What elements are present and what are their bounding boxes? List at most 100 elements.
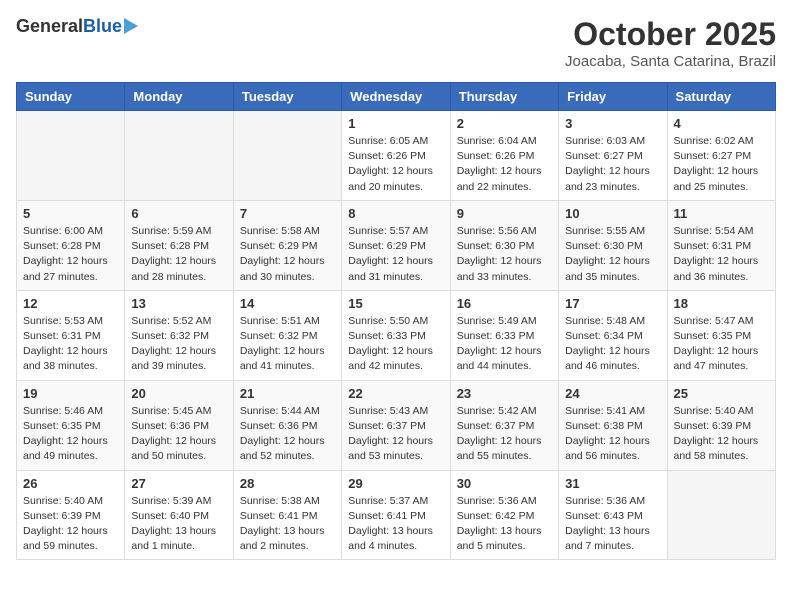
calendar-cell: 1Sunrise: 6:05 AM Sunset: 6:26 PM Daylig…	[342, 111, 450, 201]
day-info: Sunrise: 5:46 AM Sunset: 6:35 PM Dayligh…	[23, 404, 118, 465]
day-info: Sunrise: 5:36 AM Sunset: 6:43 PM Dayligh…	[565, 494, 660, 555]
day-info: Sunrise: 5:52 AM Sunset: 6:32 PM Dayligh…	[131, 314, 226, 375]
calendar-cell: 14 Sunrise: 5:51 AM Sunset: 6:32 PM Dayli…	[233, 290, 341, 380]
calendar-cell: 22Sunrise: 5:43 AM Sunset: 6:37 PM Dayli…	[342, 380, 450, 470]
day-number: 18	[674, 296, 769, 311]
day-number: 4	[674, 116, 769, 131]
weekday-header-saturday: Saturday	[667, 83, 775, 111]
location-text: Joacaba, Santa Catarina, Brazil	[565, 53, 776, 70]
day-info: Sunrise: 5:40 AM Sunset: 6:39 PM Dayligh…	[23, 494, 118, 555]
day-number: 25	[674, 386, 769, 401]
logo-arrow-icon	[124, 18, 138, 34]
calendar-cell: 6 Sunrise: 5:59 AM Sunset: 6:28 PM Daylig…	[125, 200, 233, 290]
calendar-cell: 26Sunrise: 5:40 AM Sunset: 6:39 PM Dayli…	[17, 470, 125, 560]
day-info: Sunrise: 5:53 AM Sunset: 6:31 PM Dayligh…	[23, 314, 118, 375]
day-info: Sunrise: 6:03 AM Sunset: 6:27 PM Dayligh…	[565, 134, 660, 195]
calendar-week-row: 26Sunrise: 5:40 AM Sunset: 6:39 PM Dayli…	[17, 470, 776, 560]
weekday-header-tuesday: Tuesday	[233, 83, 341, 111]
calendar-week-row: 19 Sunrise: 5:46 AM Sunset: 6:35 PM Dayli…	[17, 380, 776, 470]
weekday-header-wednesday: Wednesday	[342, 83, 450, 111]
calendar-cell: 17Sunrise: 5:48 AM Sunset: 6:34 PM Dayli…	[559, 290, 667, 380]
day-info: Sunrise: 5:42 AM Sunset: 6:37 PM Dayligh…	[457, 404, 552, 465]
calendar-cell: 23 Sunrise: 5:42 AM Sunset: 6:37 PM Dayli…	[450, 380, 558, 470]
calendar-cell: 21Sunrise: 5:44 AM Sunset: 6:36 PM Dayli…	[233, 380, 341, 470]
calendar-cell: 9 Sunrise: 5:56 AM Sunset: 6:30 PM Daylig…	[450, 200, 558, 290]
day-info: Sunrise: 5:41 AM Sunset: 6:38 PM Dayligh…	[565, 404, 660, 465]
day-number: 27	[131, 476, 226, 491]
day-number: 9	[457, 206, 552, 221]
calendar-cell: 13Sunrise: 5:52 AM Sunset: 6:32 PM Dayli…	[125, 290, 233, 380]
day-number: 3	[565, 116, 660, 131]
weekday-header-sunday: Sunday	[17, 83, 125, 111]
calendar-cell: 20Sunrise: 5:45 AM Sunset: 6:36 PM Dayli…	[125, 380, 233, 470]
day-info: Sunrise: 5:47 AM Sunset: 6:35 PM Dayligh…	[674, 314, 769, 375]
day-number: 28	[240, 476, 335, 491]
day-info: Sunrise: 5:49 AM Sunset: 6:33 PM Dayligh…	[457, 314, 552, 375]
day-number: 5	[23, 206, 118, 221]
day-number: 22	[348, 386, 443, 401]
calendar-cell: 19 Sunrise: 5:46 AM Sunset: 6:35 PM Dayli…	[17, 380, 125, 470]
page-header: General Blue October 2025 Joacaba, Santa…	[16, 16, 776, 70]
calendar-cell: 28 Sunrise: 5:38 AM Sunset: 6:41 PM Dayli…	[233, 470, 341, 560]
day-info: Sunrise: 6:02 AM Sunset: 6:27 PM Dayligh…	[674, 134, 769, 195]
day-number: 30	[457, 476, 552, 491]
day-info: Sunrise: 5:36 AM Sunset: 6:42 PM Dayligh…	[457, 494, 552, 555]
calendar-cell	[125, 111, 233, 201]
day-number: 6	[131, 206, 226, 221]
title-section: October 2025 Joacaba, Santa Catarina, Br…	[565, 16, 776, 70]
calendar-cell: 11 Sunrise: 5:54 AM Sunset: 6:31 PM Dayli…	[667, 200, 775, 290]
calendar-cell: 24 Sunrise: 5:41 AM Sunset: 6:38 PM Dayli…	[559, 380, 667, 470]
calendar-cell: 16 Sunrise: 5:49 AM Sunset: 6:33 PM Dayli…	[450, 290, 558, 380]
day-number: 8	[348, 206, 443, 221]
day-info: Sunrise: 5:55 AM Sunset: 6:30 PM Dayligh…	[565, 224, 660, 285]
calendar-cell	[17, 111, 125, 201]
day-number: 19	[23, 386, 118, 401]
day-info: Sunrise: 6:04 AM Sunset: 6:26 PM Dayligh…	[457, 134, 552, 195]
calendar-cell: 29 Sunrise: 5:37 AM Sunset: 6:41 PM Dayli…	[342, 470, 450, 560]
calendar-cell: 8 Sunrise: 5:57 AM Sunset: 6:29 PM Daylig…	[342, 200, 450, 290]
calendar-cell: 10 Sunrise: 5:55 AM Sunset: 6:30 PM Dayli…	[559, 200, 667, 290]
calendar-cell: 12 Sunrise: 5:53 AM Sunset: 6:31 PM Dayli…	[17, 290, 125, 380]
day-number: 15	[348, 296, 443, 311]
calendar-cell: 7Sunrise: 5:58 AM Sunset: 6:29 PM Daylig…	[233, 200, 341, 290]
calendar-cell: 18 Sunrise: 5:47 AM Sunset: 6:35 PM Dayli…	[667, 290, 775, 380]
day-number: 11	[674, 206, 769, 221]
day-info: Sunrise: 5:51 AM Sunset: 6:32 PM Dayligh…	[240, 314, 335, 375]
calendar-week-row: 12 Sunrise: 5:53 AM Sunset: 6:31 PM Dayli…	[17, 290, 776, 380]
day-info: Sunrise: 5:58 AM Sunset: 6:29 PM Dayligh…	[240, 224, 335, 285]
calendar-cell: 4 Sunrise: 6:02 AM Sunset: 6:27 PM Daylig…	[667, 111, 775, 201]
month-title: October 2025	[565, 16, 776, 53]
calendar-cell: 15Sunrise: 5:50 AM Sunset: 6:33 PM Dayli…	[342, 290, 450, 380]
day-info: Sunrise: 5:44 AM Sunset: 6:36 PM Dayligh…	[240, 404, 335, 465]
day-number: 29	[348, 476, 443, 491]
day-info: Sunrise: 5:57 AM Sunset: 6:29 PM Dayligh…	[348, 224, 443, 285]
calendar-cell	[667, 470, 775, 560]
day-number: 10	[565, 206, 660, 221]
day-info: Sunrise: 5:37 AM Sunset: 6:41 PM Dayligh…	[348, 494, 443, 555]
day-info: Sunrise: 6:00 AM Sunset: 6:28 PM Dayligh…	[23, 224, 118, 285]
day-info: Sunrise: 5:54 AM Sunset: 6:31 PM Dayligh…	[674, 224, 769, 285]
day-number: 1	[348, 116, 443, 131]
day-number: 14	[240, 296, 335, 311]
calendar-week-row: 1Sunrise: 6:05 AM Sunset: 6:26 PM Daylig…	[17, 111, 776, 201]
logo-general-text: General	[16, 16, 83, 37]
day-info: Sunrise: 5:59 AM Sunset: 6:28 PM Dayligh…	[131, 224, 226, 285]
calendar-cell: 25Sunrise: 5:40 AM Sunset: 6:39 PM Dayli…	[667, 380, 775, 470]
day-number: 2	[457, 116, 552, 131]
day-number: 31	[565, 476, 660, 491]
logo-blue-text: Blue	[83, 16, 122, 37]
day-number: 24	[565, 386, 660, 401]
day-info: Sunrise: 5:38 AM Sunset: 6:41 PM Dayligh…	[240, 494, 335, 555]
calendar-week-row: 5 Sunrise: 6:00 AM Sunset: 6:28 PM Daylig…	[17, 200, 776, 290]
calendar-cell: 30 Sunrise: 5:36 AM Sunset: 6:42 PM Dayli…	[450, 470, 558, 560]
logo: General Blue	[16, 16, 138, 37]
day-number: 16	[457, 296, 552, 311]
day-info: Sunrise: 5:39 AM Sunset: 6:40 PM Dayligh…	[131, 494, 226, 555]
calendar-cell	[233, 111, 341, 201]
day-number: 23	[457, 386, 552, 401]
day-number: 12	[23, 296, 118, 311]
day-info: Sunrise: 5:56 AM Sunset: 6:30 PM Dayligh…	[457, 224, 552, 285]
weekday-header-row: SundayMondayTuesdayWednesdayThursdayFrid…	[17, 83, 776, 111]
day-number: 17	[565, 296, 660, 311]
calendar-cell: 2 Sunrise: 6:04 AM Sunset: 6:26 PM Daylig…	[450, 111, 558, 201]
